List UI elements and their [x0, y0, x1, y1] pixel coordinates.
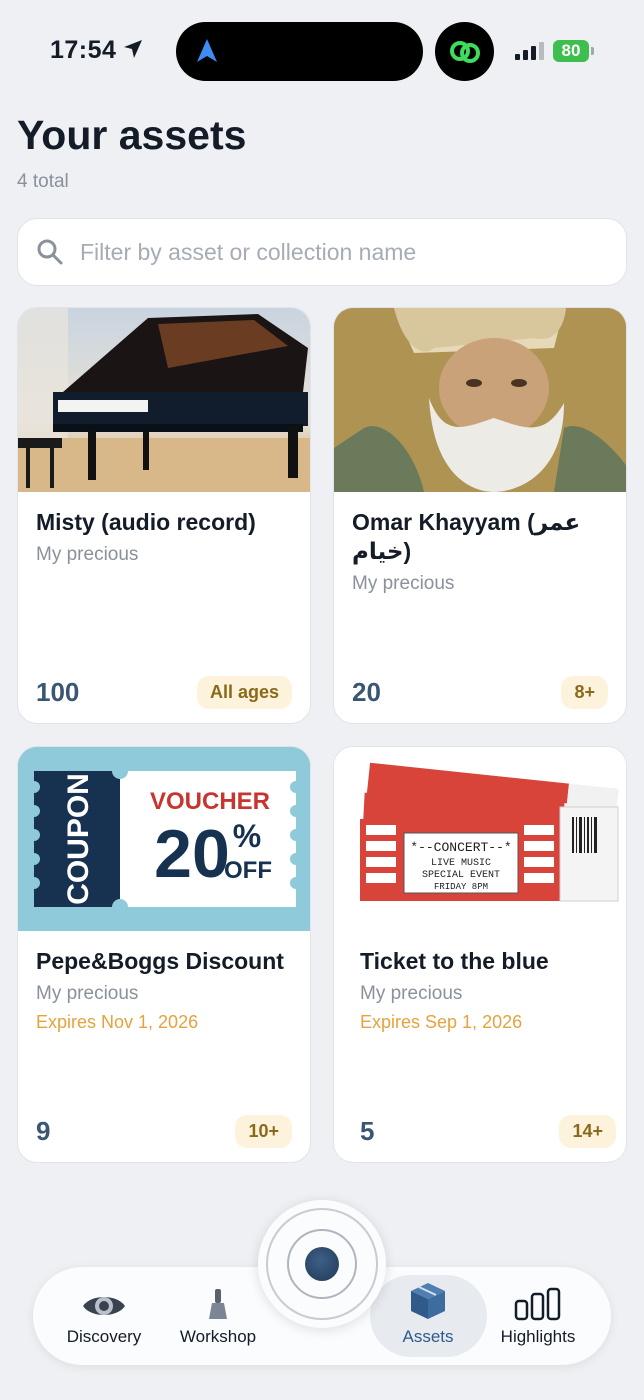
- eye-icon: [83, 1297, 125, 1315]
- age-rating-badge: 10+: [235, 1115, 292, 1148]
- ticket-line-1: *--CONCERT--*: [410, 840, 511, 855]
- battery-tip: [591, 47, 594, 55]
- signal-icon: [515, 42, 544, 60]
- coupon-percent-sign: %: [233, 818, 261, 854]
- battery-level: 80: [561, 41, 581, 60]
- nav-label: Workshop: [179, 1327, 257, 1346]
- asset-title: Ticket to the blue: [360, 948, 549, 974]
- asset-collection: My precious: [360, 983, 463, 1004]
- search-bar[interactable]: [17, 218, 627, 286]
- bars-icon: [514, 1287, 561, 1321]
- asset-image-concert-tickets: *--CONCERT--* LIVE MUSIC SPECIAL EVENT F…: [334, 747, 626, 931]
- center-action-button[interactable]: [258, 1200, 386, 1328]
- coupon-off-label: OFF: [224, 857, 272, 884]
- age-rating-badge: All ages: [196, 676, 292, 709]
- asset-image-coupon: COUPON VOUCHER 20 % OFF: [18, 747, 310, 931]
- navigation-arrow-icon: [197, 39, 217, 62]
- location-arrow-icon: [124, 40, 142, 58]
- search-input[interactable]: [80, 238, 600, 266]
- coupon-side-label: COUPON: [62, 773, 95, 905]
- pawn-icon: [209, 1289, 227, 1319]
- asset-image-grand-piano: [18, 308, 310, 492]
- age-rating-badge: 14+: [559, 1115, 616, 1148]
- nav-item-highlights[interactable]: Highlights: [489, 1267, 587, 1365]
- nav-label: Highlights: [500, 1327, 576, 1346]
- asset-collection: My precious: [36, 544, 139, 565]
- coupon-percent-value: 20: [154, 816, 230, 892]
- asset-image-portrait-painting: [334, 308, 626, 492]
- nav-item-workshop[interactable]: Workshop: [169, 1267, 267, 1365]
- nav-item-assets[interactable]: Assets: [379, 1267, 477, 1365]
- battery-icon: 80: [553, 40, 589, 62]
- search-icon: [37, 239, 63, 265]
- ticket-line-3: SPECIAL EVENT: [422, 870, 500, 881]
- nav-label: Discovery: [66, 1327, 142, 1346]
- coupon-voucher-label: VOUCHER: [150, 788, 270, 815]
- status-time: 17:54: [50, 36, 117, 64]
- center-dot-icon: [305, 1247, 339, 1281]
- dynamic-island: [176, 22, 423, 81]
- page-title: Your assets: [17, 112, 247, 158]
- ticket-line-4: FRIDAY 8PM: [434, 882, 488, 892]
- asset-quantity: 5: [360, 1116, 375, 1146]
- asset-expiry: Expires Sep 1, 2026: [360, 1012, 523, 1032]
- asset-title: Pepe&Boggs Discount: [36, 948, 284, 974]
- asset-title: Omar Khayyam (عمر خيام): [352, 509, 581, 564]
- asset-card[interactable]: COUPON VOUCHER 20 % OFF Pepe&Boggs Disco…: [17, 746, 311, 1163]
- status-bar: 17:54 80: [0, 0, 644, 100]
- nav-label: Assets: [402, 1327, 454, 1346]
- asset-card[interactable]: Omar Khayyam (عمر خيام) My precious 20 8…: [333, 307, 627, 724]
- ticket-line-2: LIVE MUSIC: [431, 858, 491, 869]
- asset-collection: My precious: [36, 983, 139, 1004]
- asset-expiry: Expires Nov 1, 2026: [36, 1012, 199, 1032]
- asset-quantity: 100: [36, 677, 80, 707]
- asset-count: 4 total: [17, 171, 69, 192]
- asset-collection: My precious: [352, 573, 455, 594]
- age-rating-badge: 8+: [561, 676, 608, 709]
- cube-icon: [411, 1283, 445, 1319]
- asset-card[interactable]: Misty (audio record) My precious 100 All…: [17, 307, 311, 724]
- asset-title: Misty (audio record): [36, 509, 256, 535]
- asset-quantity: 9: [36, 1116, 51, 1146]
- nav-item-discovery[interactable]: Discovery: [55, 1267, 153, 1365]
- asset-quantity: 20: [352, 677, 381, 707]
- app-link-icon: [435, 22, 494, 81]
- asset-card[interactable]: *--CONCERT--* LIVE MUSIC SPECIAL EVENT F…: [333, 746, 627, 1163]
